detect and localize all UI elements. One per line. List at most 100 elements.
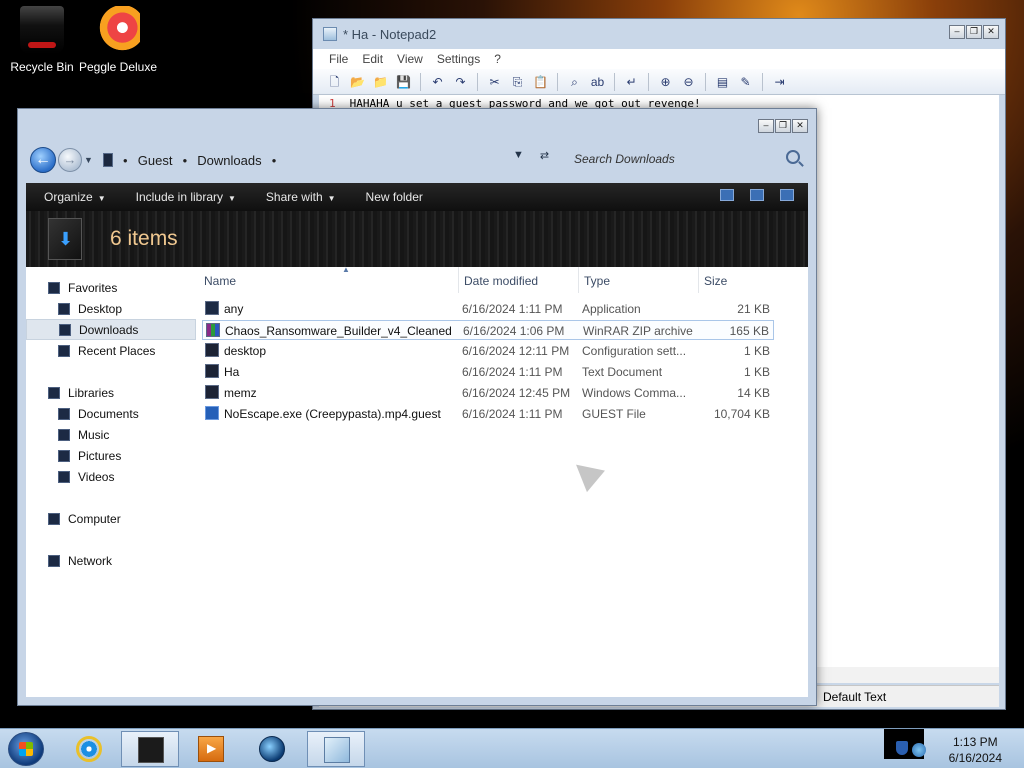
- cut-icon[interactable]: ✂: [485, 73, 504, 91]
- nav-recent-places[interactable]: Recent Places: [26, 340, 196, 361]
- include-in-library-button[interactable]: Include in library ▼: [136, 190, 236, 204]
- file-name: memz: [224, 386, 257, 400]
- close-button[interactable]: ✕: [792, 119, 808, 133]
- nav-music[interactable]: Music: [26, 424, 196, 445]
- organize-button[interactable]: Organize ▼: [44, 190, 106, 204]
- music-icon: [58, 428, 70, 441]
- column-type[interactable]: Type: [584, 274, 610, 288]
- search-icon[interactable]: [786, 150, 800, 164]
- sort-ascending-icon: ▲: [342, 265, 350, 274]
- find-icon[interactable]: ⌕: [565, 73, 584, 91]
- column-date-modified[interactable]: Date modified: [464, 274, 538, 288]
- new-folder-button[interactable]: New folder: [366, 190, 423, 204]
- peggle-icon: [96, 6, 140, 54]
- clock-date: 6/16/2024: [948, 751, 1002, 765]
- save-icon[interactable]: 💾: [394, 73, 413, 91]
- column-divider[interactable]: [578, 267, 579, 293]
- file-type: GUEST File: [582, 407, 646, 421]
- address-bar[interactable]: ● Guest ● Downloads ●: [102, 147, 533, 173]
- file-row[interactable]: any 6/16/2024 1:11 PM Application 21 KB: [202, 299, 774, 319]
- search-input[interactable]: Search Downloads: [566, 147, 804, 171]
- refresh-icon[interactable]: ⇄: [540, 149, 549, 162]
- toolbar-separator: [420, 72, 421, 91]
- explorer-titlebar[interactable]: [18, 109, 816, 137]
- column-size[interactable]: Size: [704, 274, 727, 288]
- file-row[interactable]: Ha 6/16/2024 1:11 PM Text Document 1 KB: [202, 362, 774, 382]
- file-row[interactable]: memz 6/16/2024 12:45 PM Windows Comma...…: [202, 383, 774, 403]
- zoom-in-icon[interactable]: ⊕: [656, 73, 675, 91]
- nav-downloads[interactable]: Downloads: [26, 319, 196, 340]
- nav-videos[interactable]: Videos: [26, 466, 196, 487]
- desktop-icon-recycle-bin[interactable]: Recycle Bin: [2, 6, 82, 74]
- network-icon[interactable]: [912, 743, 926, 757]
- redo-icon[interactable]: ↷: [451, 73, 470, 91]
- menu-settings[interactable]: Settings: [437, 52, 480, 66]
- taskbar-notepad2[interactable]: [307, 731, 365, 767]
- nav-computer[interactable]: Computer: [26, 508, 196, 529]
- minimize-button[interactable]: –: [758, 119, 774, 133]
- breadcrumb-downloads[interactable]: Downloads: [197, 153, 261, 168]
- desktop-icon: [58, 302, 70, 315]
- taskbar-internet-explorer[interactable]: [60, 731, 118, 767]
- file-row[interactable]: Chaos_Ransomware_Builder_v4_Cleaned 6/16…: [202, 320, 774, 340]
- forward-button[interactable]: →: [58, 148, 82, 172]
- taskbar-media-player[interactable]: [182, 731, 240, 767]
- open-folder-icon[interactable]: 📂: [348, 73, 367, 91]
- column-name[interactable]: Name: [204, 274, 236, 288]
- share-with-button[interactable]: Share with ▼: [266, 190, 336, 204]
- file-size: 1 KB: [743, 365, 770, 379]
- address-dropdown-icon[interactable]: ▼: [513, 149, 524, 162]
- close-button[interactable]: ✕: [983, 25, 999, 39]
- maximize-button[interactable]: ❐: [775, 119, 791, 133]
- taskbar-globe-app[interactable]: [243, 731, 301, 767]
- menu-help[interactable]: ?: [494, 52, 501, 66]
- word-wrap-icon[interactable]: ↵: [622, 73, 641, 91]
- star-icon: [48, 281, 60, 294]
- menu-view[interactable]: View: [397, 52, 423, 66]
- column-divider[interactable]: [458, 267, 459, 293]
- nav-network[interactable]: Network: [26, 550, 196, 571]
- undo-icon[interactable]: ↶: [428, 73, 447, 91]
- help-icon[interactable]: [780, 189, 794, 201]
- file-row[interactable]: NoEscape.exe (Creepypasta).mp4.guest 6/1…: [202, 404, 774, 424]
- file-name: NoEscape.exe (Creepypasta).mp4.guest: [224, 407, 441, 421]
- taskbar-explorer[interactable]: [121, 731, 179, 767]
- minimize-button[interactable]: –: [949, 25, 965, 39]
- preview-pane-icon[interactable]: [750, 189, 764, 201]
- desktop-icon-peggle-deluxe[interactable]: Peggle Deluxe: [78, 6, 158, 74]
- computer-icon: [102, 153, 113, 167]
- nav-libraries[interactable]: Libraries: [26, 382, 196, 403]
- start-button[interactable]: [8, 732, 44, 766]
- customize-icon[interactable]: ✎: [736, 73, 755, 91]
- file-row[interactable]: desktop 6/16/2024 12:11 PM Configuration…: [202, 341, 774, 361]
- pictures-icon: [58, 449, 70, 462]
- column-divider[interactable]: [698, 267, 699, 293]
- copy-icon[interactable]: ⎘: [508, 73, 527, 91]
- file-name: Chaos_Ransomware_Builder_v4_Cleaned: [225, 324, 452, 338]
- shield-icon[interactable]: [896, 741, 908, 755]
- menu-edit[interactable]: Edit: [362, 52, 383, 66]
- restore-button[interactable]: ❐: [966, 25, 982, 39]
- scheme-icon[interactable]: ▤: [713, 73, 732, 91]
- clock[interactable]: 1:13 PM 6/16/2024: [949, 734, 1002, 766]
- explorer-window[interactable]: – ❐ ✕ ← → ▼ ● Guest ● Downloads ● ▼ ⇄ Se…: [17, 108, 817, 706]
- exit-icon[interactable]: ⇥: [770, 73, 789, 91]
- nav-desktop[interactable]: Desktop: [26, 298, 196, 319]
- breadcrumb-guest[interactable]: Guest: [138, 153, 173, 168]
- address-controls: ▼ ⇄: [513, 149, 549, 162]
- new-file-icon[interactable]: 🗋: [325, 73, 344, 91]
- browse-icon[interactable]: 📁: [371, 73, 390, 91]
- nav-documents[interactable]: Documents: [26, 403, 196, 424]
- zoom-out-icon[interactable]: ⊖: [679, 73, 698, 91]
- menu-file[interactable]: File: [329, 52, 348, 66]
- explorer-window-controls: – ❐ ✕: [758, 119, 808, 133]
- paste-icon[interactable]: 📋: [531, 73, 550, 91]
- nav-pictures[interactable]: Pictures: [26, 445, 196, 466]
- recent-pages-dropdown[interactable]: ▼: [84, 155, 93, 165]
- taskbar: 1:13 PM 6/16/2024: [0, 728, 1024, 768]
- change-view-icon[interactable]: [720, 189, 734, 201]
- back-button[interactable]: ←: [30, 147, 56, 173]
- notepad-titlebar[interactable]: * Ha - Notepad2: [313, 19, 1005, 49]
- nav-favorites[interactable]: Favorites: [26, 277, 196, 298]
- replace-icon[interactable]: ab: [588, 73, 607, 91]
